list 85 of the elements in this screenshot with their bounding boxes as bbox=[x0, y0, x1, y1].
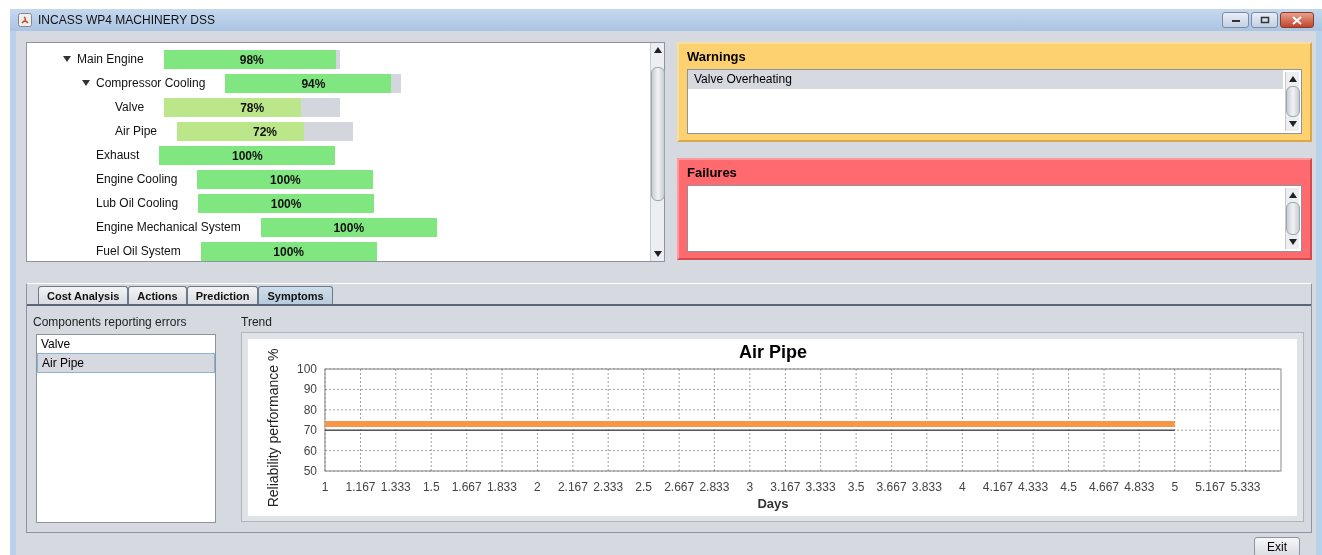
tab[interactable]: Actions bbox=[128, 286, 187, 304]
maximize-button[interactable] bbox=[1251, 12, 1278, 28]
tick-label: 4 bbox=[959, 480, 966, 494]
tick-label: 3.667 bbox=[876, 480, 907, 494]
down-arrow-icon[interactable] bbox=[1288, 121, 1297, 127]
tree-item[interactable]: Air Pipe bbox=[115, 124, 158, 138]
tick-label: 1 bbox=[321, 480, 329, 494]
tree-item[interactable]: Engine Mechanical System bbox=[96, 220, 241, 234]
percent-label: 72% bbox=[252, 124, 279, 139]
tree-item[interactable]: Exhaust bbox=[96, 148, 140, 162]
list-item[interactable]: Valve Overheating bbox=[688, 70, 1283, 89]
tick-label: 1.833 bbox=[486, 480, 517, 494]
percent-label: 94% bbox=[300, 76, 327, 91]
window-title: INCASS WP4 MACHINERY DSS bbox=[38, 13, 215, 27]
tick-label: 3.833 bbox=[911, 480, 942, 494]
tree-item[interactable]: Valve bbox=[115, 100, 145, 114]
minimize-button[interactable] bbox=[1222, 12, 1249, 28]
tab[interactable]: Symptoms bbox=[258, 286, 333, 304]
tick-label: 2.833 bbox=[699, 480, 730, 494]
tick-label: 5 bbox=[1171, 480, 1179, 494]
down-arrow-icon[interactable] bbox=[1288, 239, 1297, 245]
panel-title: Failures bbox=[687, 165, 738, 180]
app-icon bbox=[18, 13, 32, 27]
chart-title: Air Pipe bbox=[739, 342, 807, 362]
tab[interactable]: Cost Analysis bbox=[38, 286, 129, 304]
tick-label: 4.5 bbox=[1060, 480, 1077, 494]
percent-label: 98% bbox=[238, 52, 265, 67]
axis-title: Reliability performance % bbox=[265, 348, 281, 508]
percent-label: 78% bbox=[239, 100, 266, 115]
scrollbar[interactable] bbox=[1285, 72, 1299, 131]
tab[interactable]: Prediction bbox=[186, 286, 259, 304]
tick-label: 60 bbox=[303, 443, 317, 458]
section-label: Trend bbox=[241, 315, 273, 329]
up-arrow-icon[interactable] bbox=[653, 47, 662, 53]
tick-label: 1.5 bbox=[422, 480, 440, 494]
list-item[interactable]: Air Pipe bbox=[37, 353, 215, 373]
tick-label: 2.5 bbox=[635, 480, 652, 494]
tick-label: 80 bbox=[303, 402, 317, 417]
percent-label: 100% bbox=[332, 220, 366, 235]
tick-label: 2.333 bbox=[593, 480, 624, 494]
close-button[interactable] bbox=[1280, 12, 1314, 28]
tick-label: 5.167 bbox=[1195, 480, 1226, 494]
tick-label: 90 bbox=[303, 382, 317, 397]
tree-item[interactable]: Engine Cooling bbox=[96, 172, 178, 186]
tick-label: 3 bbox=[746, 480, 754, 494]
tick-label: 70 bbox=[303, 423, 317, 438]
tick-label: 4.167 bbox=[982, 480, 1013, 494]
expand-icon[interactable] bbox=[82, 79, 90, 87]
tick-label: 4.333 bbox=[1018, 480, 1049, 494]
up-arrow-icon[interactable] bbox=[1288, 192, 1297, 198]
tree-item[interactable]: Main Engine bbox=[77, 52, 144, 66]
panel-title: Warnings bbox=[687, 49, 747, 64]
axis-title: Days bbox=[757, 496, 789, 511]
tree-item[interactable]: Lub Oil Cooling bbox=[96, 196, 179, 210]
tick-label: 50 bbox=[303, 464, 317, 478]
list-item[interactable]: Valve bbox=[37, 335, 215, 353]
down-arrow-icon[interactable] bbox=[653, 251, 662, 257]
scrollbar[interactable] bbox=[650, 43, 664, 261]
tree-item[interactable]: Compressor Cooling bbox=[96, 76, 206, 90]
tick-label: 3.167 bbox=[770, 480, 801, 494]
tick-label: 4.667 bbox=[1089, 480, 1120, 494]
expand-icon[interactable] bbox=[63, 55, 71, 63]
tick-label: 1.667 bbox=[451, 480, 482, 494]
section-label: Components reporting errors bbox=[33, 315, 188, 329]
tick-label: 3.5 bbox=[847, 480, 865, 494]
exit-button[interactable]: Exit bbox=[1254, 537, 1300, 555]
close-icon bbox=[1291, 15, 1303, 25]
tick-label: 1.167 bbox=[345, 480, 376, 494]
up-arrow-icon[interactable] bbox=[1288, 76, 1297, 82]
tick-label: 3.333 bbox=[805, 480, 836, 494]
percent-label: 100% bbox=[272, 244, 306, 259]
tick-label: 100 bbox=[296, 362, 317, 376]
percent-label: 100% bbox=[231, 148, 264, 163]
tick-label: 1.333 bbox=[380, 480, 411, 494]
minimize-icon bbox=[1230, 17, 1241, 23]
tree-item[interactable]: Fuel Oil System bbox=[96, 244, 181, 258]
scrollbar[interactable] bbox=[1285, 188, 1299, 249]
percent-label: 100% bbox=[269, 172, 302, 187]
tick-label: 2 bbox=[534, 480, 541, 494]
maximize-icon bbox=[1259, 16, 1270, 24]
tick-label: 5.333 bbox=[1230, 480, 1261, 494]
tick-label: 2.167 bbox=[557, 480, 588, 494]
tick-label: 2.667 bbox=[664, 480, 695, 494]
percent-label: 100% bbox=[269, 196, 303, 211]
tick-label: 4.833 bbox=[1124, 480, 1155, 494]
